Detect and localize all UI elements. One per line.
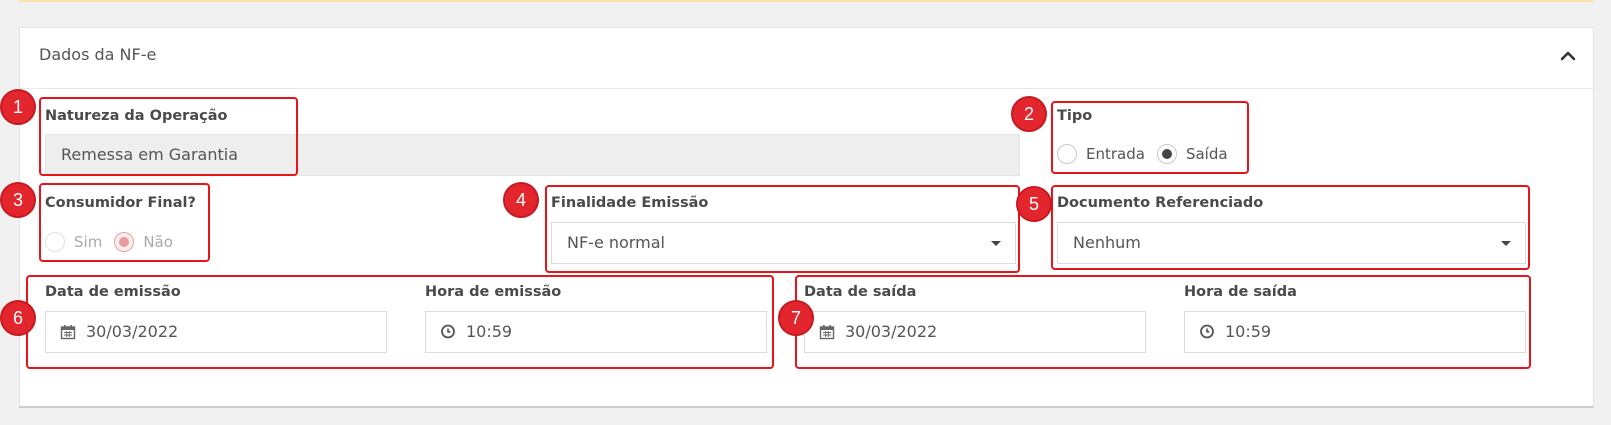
panel-title: Dados da NF-e	[39, 45, 157, 64]
annotation-badge-4: 4	[503, 182, 539, 218]
annotation-box-5	[1051, 185, 1530, 270]
annotation-box-4	[545, 185, 1020, 273]
annotation-box-6	[26, 275, 774, 369]
annotation-badge-3: 3	[0, 182, 36, 218]
annotation-badge-1: 1	[0, 89, 36, 125]
annotation-box-1	[39, 97, 298, 176]
annotation-badge-7: 7	[778, 300, 814, 336]
annotation-badge-5: 5	[1016, 186, 1052, 222]
annotation-box-3	[39, 183, 210, 262]
annotation-box-7	[795, 275, 1531, 369]
annotation-box-2	[1051, 101, 1249, 174]
annotation-badge-6: 6	[0, 300, 36, 336]
chevron-up-icon[interactable]	[1559, 47, 1577, 65]
panel-header[interactable]: Dados da NF-e	[20, 28, 1593, 89]
top-warning-strip	[19, 0, 1594, 2]
annotation-badge-2: 2	[1011, 96, 1047, 132]
